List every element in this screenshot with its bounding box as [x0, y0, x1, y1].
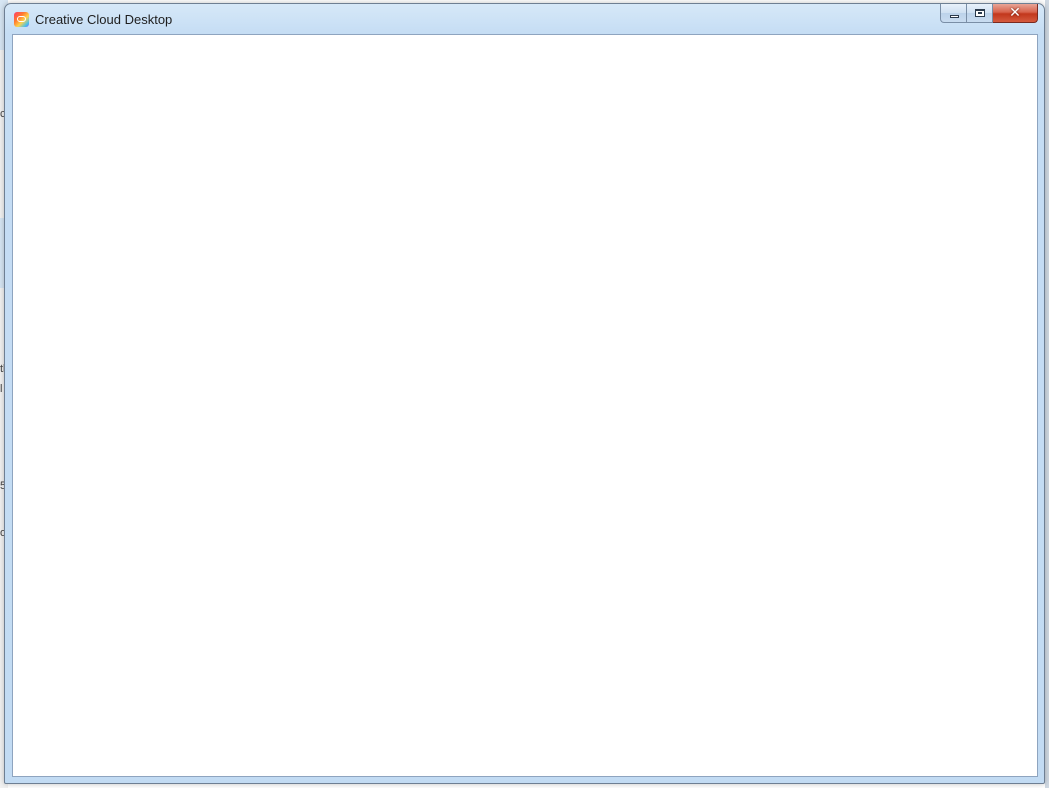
- desktop-screen: c tl l 5 o Creative Cloud Desktop ✕: [0, 0, 1049, 788]
- title-bar[interactable]: Creative Cloud Desktop ✕: [5, 4, 1044, 34]
- minimize-button[interactable]: [940, 4, 967, 23]
- window-controls: ✕: [940, 4, 1038, 24]
- minimize-icon: [950, 15, 959, 18]
- maximize-icon: [975, 9, 985, 17]
- close-button[interactable]: ✕: [993, 4, 1038, 23]
- window-title: Creative Cloud Desktop: [35, 12, 173, 27]
- maximize-button[interactable]: [967, 4, 993, 23]
- background-text-fragment: l: [0, 383, 3, 395]
- window-content-area[interactable]: [12, 34, 1038, 777]
- creative-cloud-icon[interactable]: [14, 12, 29, 27]
- close-icon: ✕: [1009, 5, 1021, 21]
- creative-cloud-window: Creative Cloud Desktop ✕: [4, 3, 1045, 784]
- background-window-edge-right: [1045, 0, 1049, 788]
